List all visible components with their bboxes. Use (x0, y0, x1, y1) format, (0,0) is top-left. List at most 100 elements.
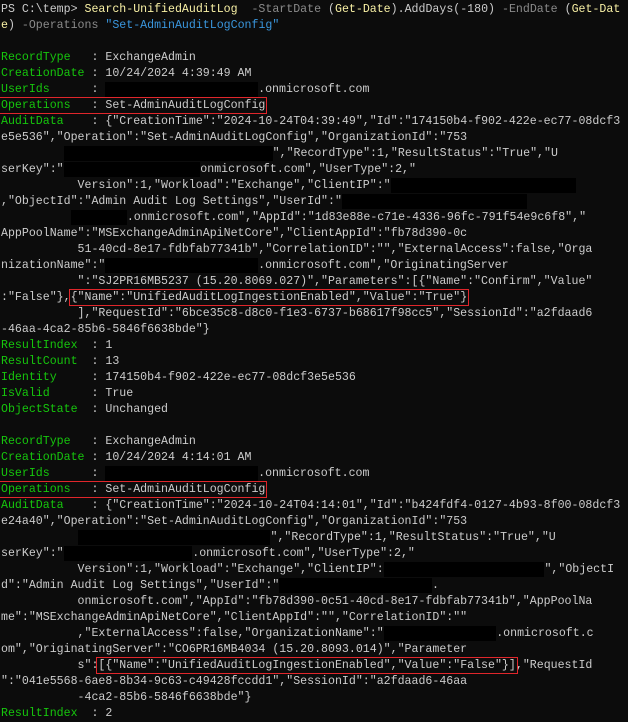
terminal-text: e24a40","Operation":"Set-AdminAuditLogCo… (1, 515, 468, 528)
highlight-box: {"Name":"UnifiedAuditLogIngestionEnabled… (68, 289, 470, 306)
terminal-text: AuditData (1, 115, 92, 128)
terminal-text: s": (1, 659, 99, 672)
highlight-box: Operations : Set-AdminAuditLogConfig (0, 481, 268, 498)
terminal-text: UserIds (1, 83, 92, 96)
terminal-text: .onmicrosoft.com (258, 83, 370, 96)
terminal-line: AppPoolName":"MSExchangeAdminApiNetCore"… (1, 226, 620, 242)
terminal-line: 51-40cd-8e17-fdbfab77341b","CorrelationI… (1, 242, 620, 258)
terminal-text: .onmicrosoft.com (258, 467, 370, 480)
terminal-text: .onmicrosoft.com","UserType":2," (192, 547, 415, 560)
terminal-line: e) -Operations "Set-AdminAuditLogConfig" (1, 18, 620, 34)
terminal-text: .onmicrosoft.com","OriginatingServer (258, 259, 509, 272)
terminal-text: : ExchangeAdmin (91, 435, 196, 448)
terminal-text: : Set-AdminAuditLogConfig (91, 99, 266, 112)
terminal-text: e5e536","Operation":"Set-AdminAuditLogCo… (1, 131, 468, 144)
terminal-line: Version":1,"Workload":"Exchange","Client… (1, 562, 620, 578)
redaction-block (383, 562, 545, 577)
terminal-line: PS C:\temp> Search-UnifiedAuditLog -Star… (1, 2, 620, 18)
terminal-text: Get-Dat (571, 3, 621, 16)
terminal-line: ":"SJ2PR16MB5237 (15.20.8069.027)","Para… (1, 274, 620, 290)
terminal-text: ":"041e5568-6ae8-8b34-9c63-c49428fccdd1"… (1, 675, 468, 688)
terminal-line: .onmicrosoft.com","AppId":"1d83e88e-c71e… (1, 210, 620, 226)
terminal-line: e5e536","Operation":"Set-AdminAuditLogCo… (1, 130, 620, 146)
terminal-line: ":"041e5568-6ae8-8b34-9c63-c49428fccdd1"… (1, 674, 620, 690)
terminal-line: AuditData : {"CreationTime":"2024-10-24T… (1, 498, 620, 514)
terminal-text: ( (564, 3, 572, 16)
terminal-text: -Operations (21, 19, 106, 32)
redaction-block (63, 546, 193, 561)
terminal-text: : 1 (91, 339, 113, 352)
terminal-text: ResultCount (1, 355, 92, 368)
redaction-block (279, 578, 433, 593)
terminal-text: Version":1,"Workload":"Exchange","Client… (1, 563, 384, 576)
terminal-text: -EndDate (501, 3, 565, 16)
terminal-output[interactable]: PS C:\temp> Search-UnifiedAuditLog -Star… (0, 2, 620, 722)
terminal-text: :"False"}, (1, 291, 71, 304)
terminal-text: AuditData (1, 499, 92, 512)
terminal-line: Identity : 174150b4-f902-422e-ec77-08dcf… (1, 370, 620, 386)
terminal-line: CreationDate : 10/24/2024 4:39:49 AM (1, 66, 620, 82)
terminal-text: ,"RequestId (515, 659, 593, 672)
terminal-line: ,"ObjectId":"Admin Audit Log Settings","… (1, 194, 620, 210)
terminal-text: ":"SJ2PR16MB5237 (15.20.8069.027)","Para… (1, 275, 593, 288)
terminal-text: : Set-AdminAuditLogConfig (91, 483, 266, 496)
terminal-text: ],"RequestId":"6bce35c8-d8c0-f1e3-6737-b… (1, 307, 593, 320)
terminal-text: . (432, 579, 440, 592)
terminal-text: ObjectState (1, 403, 92, 416)
redaction-block (341, 194, 527, 209)
terminal-text: ( (328, 3, 335, 16)
redaction-block (63, 146, 273, 161)
terminal-text: -StartDate (237, 3, 329, 16)
terminal-text: : {"CreationTime":"2024-10-24T04:14:01",… (91, 499, 621, 512)
terminal-text: CreationDate (1, 67, 92, 80)
terminal-text: ","ObjectI (544, 563, 615, 576)
terminal-text: RecordType (1, 51, 92, 64)
terminal-text: me":"MSExchangeAdminApiNetCore","ClientA… (1, 611, 468, 624)
terminal-text: "Set-AdminAuditLogConfig" (105, 19, 280, 32)
redaction-block (383, 626, 497, 641)
terminal-line: ","RecordType":1,"ResultStatus":"True","… (1, 146, 620, 162)
terminal-line: UserIds : .onmicrosoft.com (1, 466, 620, 482)
highlight-box: Operations : Set-AdminAuditLogConfig (0, 97, 268, 114)
terminal-text: : 174150b4-f902-422e-ec77-08dcf3e5e536 (91, 371, 356, 384)
terminal-text: PS C:\temp> (1, 3, 85, 16)
terminal-text: ) (7, 19, 22, 32)
terminal-text: ResultIndex (1, 707, 92, 720)
terminal-text: : (91, 467, 106, 480)
terminal-line: ],"RequestId":"6bce35c8-d8c0-f1e3-6737-b… (1, 306, 620, 322)
terminal-text: om","OriginatingServer":"CO6PR16MB4034 (… (1, 643, 468, 656)
terminal-line: serKey":" onmicrosoft.com","UserType":2," (1, 162, 620, 178)
terminal-text: -4ca2-85b6-5846f6638bde"} (1, 691, 252, 704)
terminal-text: Get-Date (334, 3, 391, 16)
terminal-text: CreationDate (1, 451, 92, 464)
terminal-line: RecordType : ExchangeAdmin (1, 50, 620, 66)
terminal-line: e24a40","Operation":"Set-AdminAuditLogCo… (1, 514, 620, 530)
terminal-line: ResultCount : 13 (1, 354, 620, 370)
terminal-line: d":"Admin Audit Log Settings","UserId":"… (1, 578, 620, 594)
terminal-text: : ExchangeAdmin (91, 51, 196, 64)
terminal-text: Search-UnifiedAuditLog (84, 3, 238, 16)
terminal-text: : {"CreationTime":"2024-10-24T04:39:49",… (91, 115, 621, 128)
terminal-text: : Unchanged (91, 403, 168, 416)
terminal-line: ,"ExternalAccess":false,"OrganizationNam… (1, 626, 620, 642)
terminal-text: ","RecordType":1,"ResultStatus":"True","… (272, 147, 558, 160)
terminal-line: -46aa-4ca2-85b6-5846f6638bde"} (1, 322, 620, 338)
terminal-line: -4ca2-85b6-5846f6638bde"} (1, 690, 620, 706)
terminal-line: Operations : Set-AdminAuditLogConfig (0, 481, 620, 498)
terminal-line: ","RecordType":1,"ResultStatus":"True","… (1, 530, 620, 546)
terminal-line: me":"MSExchangeAdminApiNetCore","ClientA… (1, 610, 620, 626)
terminal-line: CreationDate : 10/24/2024 4:14:01 AM (1, 450, 620, 466)
terminal-line: UserIds : .onmicrosoft.com (1, 82, 620, 98)
terminal-text: onmicrosoft.com","UserType":2," (200, 163, 416, 176)
terminal-line: ResultIndex : 1 (1, 338, 620, 354)
terminal-text: {"Name":"UnifiedAuditLogIngestionEnabled… (70, 291, 468, 304)
terminal-line: Version":1,"Workload":"Exchange","Client… (1, 178, 620, 194)
terminal-line: AuditData : {"CreationTime":"2024-10-24T… (1, 114, 620, 130)
terminal-text: ","RecordType":1,"ResultStatus":"True","… (270, 531, 556, 544)
highlight-box: [{"Name":"UnifiedAuditLogIngestionEnable… (96, 657, 518, 674)
terminal-text: : 2 (91, 707, 113, 720)
terminal-text: ,"ObjectId":"Admin Audit Log Settings","… (1, 195, 342, 208)
terminal-text: [{"Name":"UnifiedAuditLogIngestionEnable… (98, 659, 516, 672)
